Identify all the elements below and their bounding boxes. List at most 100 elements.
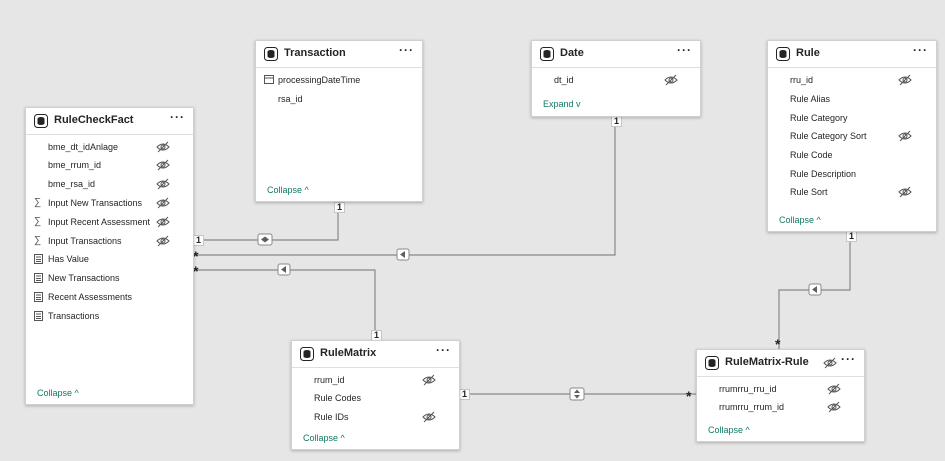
chevron-up-icon: ^ xyxy=(74,388,79,398)
field-name[interactable]: New Transactions xyxy=(48,273,120,283)
eye-hidden-icon xyxy=(422,411,436,423)
field-name[interactable]: Rule Sort xyxy=(790,187,828,197)
table-icon xyxy=(540,47,554,61)
chevron-up-icon: ^ xyxy=(340,433,345,443)
chevron-up-icon: ^ xyxy=(304,185,309,195)
table-header[interactable]: RuleMatrix ··· xyxy=(292,341,459,368)
table-header[interactable]: Rule ··· xyxy=(768,41,936,68)
cardinality-many: * xyxy=(686,388,692,404)
more-options-button[interactable]: ··· xyxy=(170,110,185,124)
field-name[interactable]: rsa_id xyxy=(278,94,303,104)
table-icon xyxy=(300,347,314,361)
field-name[interactable]: Input New Transactions xyxy=(48,198,142,208)
eye-hidden-icon xyxy=(664,74,678,86)
chevron-up-icon: ^ xyxy=(816,215,821,225)
field-name[interactable]: Transactions xyxy=(48,311,99,321)
eye-hidden-icon xyxy=(898,130,912,142)
chevron-down-icon: v xyxy=(576,99,581,109)
eye-hidden-icon xyxy=(827,401,841,413)
collapse-link[interactable]: Collapse ^ xyxy=(37,388,79,398)
field-name[interactable]: Has Value xyxy=(48,254,89,264)
field-name[interactable]: Rule Description xyxy=(790,169,856,179)
collapse-label: Collapse xyxy=(37,388,73,398)
field-name[interactable]: rru_id xyxy=(790,75,813,85)
calculator-icon xyxy=(34,292,43,302)
eye-hidden-icon xyxy=(898,74,912,86)
sigma-icon: ∑ xyxy=(34,216,42,227)
eye-hidden-icon[interactable] xyxy=(823,357,837,369)
field-name[interactable]: Rule Alias xyxy=(790,94,830,104)
table-header[interactable]: Transaction ··· xyxy=(256,41,422,68)
calendar-icon xyxy=(264,75,274,84)
table-card-rulecheckfact[interactable]: RuleCheckFact ··· bme_dt_idAnlage bme_rr… xyxy=(25,107,194,405)
table-title: Rule xyxy=(796,47,820,59)
collapse-label: Collapse xyxy=(779,215,815,225)
collapse-label: Collapse xyxy=(267,185,303,195)
sigma-icon: ∑ xyxy=(34,235,42,246)
table-header[interactable]: RuleCheckFact ··· xyxy=(26,108,193,135)
field-name[interactable]: rrum_id xyxy=(314,375,345,385)
table-icon xyxy=(776,47,790,61)
collapse-link[interactable]: Collapse ^ xyxy=(303,433,345,443)
more-options-button[interactable]: ··· xyxy=(677,43,692,57)
field-name[interactable]: Rule Codes xyxy=(314,393,361,403)
chevron-up-icon: ^ xyxy=(745,425,750,435)
field-name[interactable]: rrumrru_rrum_id xyxy=(719,402,784,412)
table-card-date[interactable]: Date ··· dt_id Expand v xyxy=(531,40,701,117)
model-canvas[interactable]: 1 1 1 1 1 1 * * * * Transaction ··· proc… xyxy=(0,0,945,461)
collapse-label: Collapse xyxy=(708,425,744,435)
calculator-icon xyxy=(34,311,43,321)
field-name[interactable]: Rule IDs xyxy=(314,412,349,422)
table-card-transaction[interactable]: Transaction ··· processingDateTime rsa_i… xyxy=(255,40,423,202)
table-icon xyxy=(705,356,719,370)
table-card-rulematrix-rule[interactable]: RuleMatrix-Rule ··· rrumrru_rru_id rrumr… xyxy=(696,349,865,442)
eye-hidden-icon xyxy=(156,178,170,190)
eye-hidden-icon xyxy=(898,186,912,198)
eye-hidden-icon xyxy=(827,383,841,395)
field-name[interactable]: Rule Category Sort xyxy=(790,131,867,141)
cardinality-one: 1 xyxy=(611,116,623,127)
eye-hidden-icon xyxy=(156,197,170,209)
eye-hidden-icon xyxy=(422,374,436,386)
table-header[interactable]: Date ··· xyxy=(532,41,700,68)
table-title: Date xyxy=(560,47,584,59)
table-header[interactable]: RuleMatrix-Rule ··· xyxy=(697,350,864,377)
more-options-button[interactable]: ··· xyxy=(436,343,451,357)
relationship-rulematrix-rulecheckfact xyxy=(193,269,376,341)
cardinality-one: 1 xyxy=(193,235,205,246)
table-title: RuleMatrix xyxy=(320,347,377,359)
field-name[interactable]: rrumrru_rru_id xyxy=(719,384,777,394)
field-name[interactable]: bme_dt_idAnlage xyxy=(48,142,118,152)
collapse-link[interactable]: Collapse ^ xyxy=(779,215,821,225)
more-options-button[interactable]: ··· xyxy=(841,352,856,366)
table-card-rule[interactable]: Rule ··· rru_id Rule Alias Rule Category… xyxy=(767,40,937,232)
field-name[interactable]: bme_rsa_id xyxy=(48,179,95,189)
field-name[interactable]: dt_id xyxy=(554,75,574,85)
field-name[interactable]: Input Recent Assessment xyxy=(48,217,150,227)
field-name[interactable]: processingDateTime xyxy=(278,75,360,85)
cardinality-many: * xyxy=(775,336,781,352)
table-icon xyxy=(34,114,48,128)
eye-hidden-icon xyxy=(156,235,170,247)
field-name[interactable]: Rule Category xyxy=(790,113,848,123)
field-name[interactable]: Input Transactions xyxy=(48,236,122,246)
more-options-button[interactable]: ··· xyxy=(399,43,414,57)
table-card-rulematrix[interactable]: RuleMatrix ··· rrum_id Rule Codes Rule I… xyxy=(291,340,460,450)
collapse-link[interactable]: Collapse ^ xyxy=(708,425,750,435)
eye-hidden-icon xyxy=(156,159,170,171)
expand-label: Expand xyxy=(543,99,574,109)
more-options-button[interactable]: ··· xyxy=(913,43,928,57)
field-name[interactable]: Rule Code xyxy=(790,150,833,160)
field-name[interactable]: bme_rrum_id xyxy=(48,160,101,170)
table-title: RuleCheckFact xyxy=(54,114,134,126)
calculator-icon xyxy=(34,273,43,283)
collapse-link[interactable]: Collapse ^ xyxy=(267,185,309,195)
expand-link[interactable]: Expand v xyxy=(543,99,581,109)
cardinality-one: 1 xyxy=(846,231,858,242)
eye-hidden-icon xyxy=(156,216,170,228)
cardinality-one: 1 xyxy=(459,389,471,400)
field-name[interactable]: Recent Assessments xyxy=(48,292,132,302)
table-title: Transaction xyxy=(284,47,346,59)
sigma-icon: ∑ xyxy=(34,197,42,208)
cardinality-one: 1 xyxy=(334,202,346,213)
